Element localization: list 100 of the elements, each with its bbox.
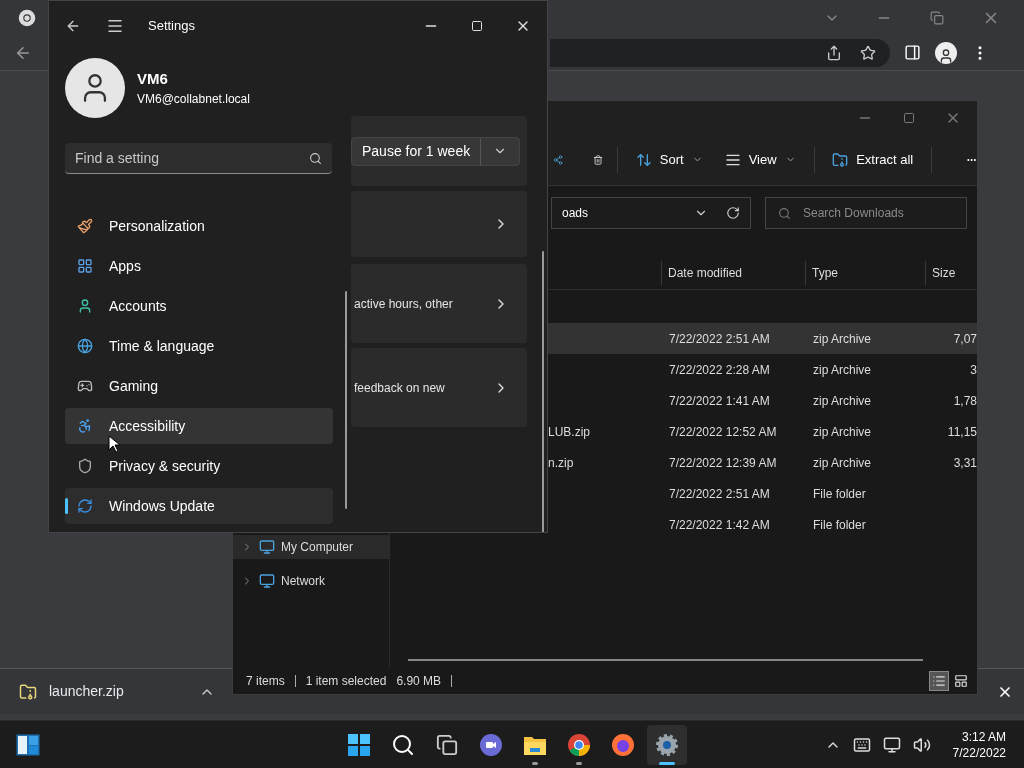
column-header[interactable]: Type (805, 261, 925, 285)
nav-tree-item[interactable]: Network (233, 569, 389, 593)
computer-icon (259, 573, 275, 589)
size-cell-text: 3 (970, 361, 977, 379)
download-file-name[interactable]: launcher.zip (49, 681, 199, 702)
address-field[interactable]: oads (551, 197, 751, 229)
search-field[interactable]: Search Downloads (765, 197, 967, 229)
user-email: VM6@collabnet.local (137, 91, 250, 109)
restore-icon[interactable] (930, 10, 944, 25)
search-input[interactable]: Search Downloads (803, 204, 954, 222)
window-title: Settings (148, 17, 195, 36)
settings-card[interactable]: active hours, other (351, 264, 527, 343)
nav-item[interactable]: Personalization (65, 208, 333, 244)
apps-icon (77, 258, 93, 274)
chrome-icon (567, 732, 592, 757)
date-cell-text: 7/22/2022 12:52 AM (668, 423, 778, 441)
date-cell-text: 7/22/2022 1:41 AM (668, 392, 771, 410)
accessibility-icon (77, 418, 93, 434)
toolbar-menu-button[interactable]: View (720, 149, 800, 170)
nav-item[interactable]: Accessibility (65, 408, 333, 444)
size-cell-text: 11,15 (947, 423, 977, 441)
pause-button[interactable]: Pause for 1 week (351, 136, 521, 166)
globe-icon (77, 338, 93, 354)
gamepad-icon (77, 378, 93, 394)
widgets-icon[interactable] (16, 733, 40, 756)
star-icon[interactable] (860, 44, 876, 61)
mouse-pointer-icon (108, 435, 120, 453)
nav-item[interactable]: Windows Update (65, 488, 333, 524)
sort-icon (635, 151, 652, 168)
settings-card[interactable]: feedback on new (351, 348, 527, 427)
nav-item[interactable]: Gaming (65, 368, 333, 404)
volume-icon[interactable] (912, 735, 931, 754)
selection-indicator (65, 498, 68, 514)
computer-icon (259, 539, 275, 555)
type-cell-text: zip Archive (812, 361, 873, 379)
nav-item[interactable]: Apps (65, 248, 333, 284)
side-panel-icon[interactable] (904, 44, 921, 61)
task-view-icon (436, 733, 459, 756)
search-icon (391, 732, 416, 757)
paintbrush-icon (77, 218, 93, 234)
taskbar-app-button[interactable] (647, 724, 688, 765)
refresh-icon[interactable] (726, 206, 740, 220)
avatar (65, 58, 125, 118)
nav-item[interactable]: Privacy & security (65, 448, 333, 484)
details-view-button[interactable] (929, 670, 949, 691)
date-cell-text: 7/22/2022 1:42 AM (668, 516, 771, 534)
file-row[interactable]: 7/22/2022 1:42 AM File folder (548, 509, 977, 540)
profile-avatar[interactable] (935, 41, 957, 64)
tiles-icon (954, 673, 968, 688)
file-name: LUB.zip (548, 424, 591, 439)
shield-icon (77, 458, 93, 474)
search-field[interactable]: Find a setting (65, 143, 332, 174)
clock[interactable]: 3:12 AM 7/22/2022 (952, 728, 1006, 761)
file-name: n.zip (548, 455, 574, 470)
search-input[interactable]: Find a setting (75, 147, 309, 169)
list-icon (932, 673, 946, 688)
keyboard-icon[interactable] (852, 735, 871, 754)
size-cell-text: 3,31 (953, 454, 977, 472)
toolbar-menu-button[interactable]: Sort (631, 149, 707, 170)
type-cell-text: zip Archive (812, 454, 873, 472)
chrome-logo-icon (18, 8, 36, 27)
file-row[interactable]: n.zip 7/22/2022 12:39 AM zip Archive 3,31 (548, 447, 977, 478)
selection-info: 1 item selected (305, 672, 387, 690)
zip-file-icon (19, 682, 37, 701)
zip-folder-icon (832, 151, 849, 168)
type-cell-text: File folder (812, 516, 867, 534)
file-row[interactable]: 7/22/2022 2:28 AM zip Archive 3 (548, 354, 977, 385)
file-row[interactable]: 7/22/2022 1:41 AM zip Archive 1,78 (548, 385, 977, 416)
file-row[interactable]: LUB.zip 7/22/2022 12:52 AM zip Archive 11,15 (548, 416, 977, 447)
search-icon (778, 206, 791, 220)
menu-icon[interactable] (106, 17, 124, 35)
size-cell-text: 1,78 (953, 392, 977, 410)
type-cell-text: zip Archive (812, 392, 873, 410)
file-row[interactable]: 7/22/2022 2:51 AM File folder (548, 478, 977, 509)
chat-icon (479, 732, 504, 757)
file-row[interactable]: 7/22/2022 2:51 AM zip Archive 7,07 (548, 323, 977, 354)
back-icon[interactable] (65, 18, 81, 34)
share-icon[interactable] (826, 44, 842, 61)
gear-icon (655, 732, 680, 757)
selection-size: 6.90 MB (396, 672, 442, 690)
date-cell-text: 7/22/2022 2:51 AM (668, 485, 771, 503)
user-name: VM6 (137, 68, 169, 89)
type-cell-text: zip Archive (812, 423, 873, 441)
column-header[interactable]: Size (925, 261, 976, 285)
nav-tree-item[interactable]: My Computer (233, 535, 389, 559)
toolbar-button[interactable]: Extract all (828, 149, 918, 170)
date-cell-text: 7/22/2022 2:28 AM (668, 361, 771, 379)
date-cell-text: 7/22/2022 12:39 AM (668, 454, 778, 472)
windows-logo-icon (347, 732, 372, 757)
nav-item[interactable]: Time & language (65, 328, 333, 364)
person-icon (77, 298, 93, 314)
update-icon (77, 498, 93, 514)
type-cell-text: zip Archive (812, 330, 873, 348)
search-icon (309, 151, 322, 165)
nav-item[interactable]: Accounts (65, 288, 333, 324)
column-header[interactable]: Date modified (661, 261, 805, 285)
type-cell-text: File folder (812, 485, 867, 503)
date-cell-text: 7/22/2022 2:51 AM (668, 330, 771, 348)
item-count: 7 items (246, 672, 285, 690)
size-cell-text: 7,07 (953, 330, 977, 348)
